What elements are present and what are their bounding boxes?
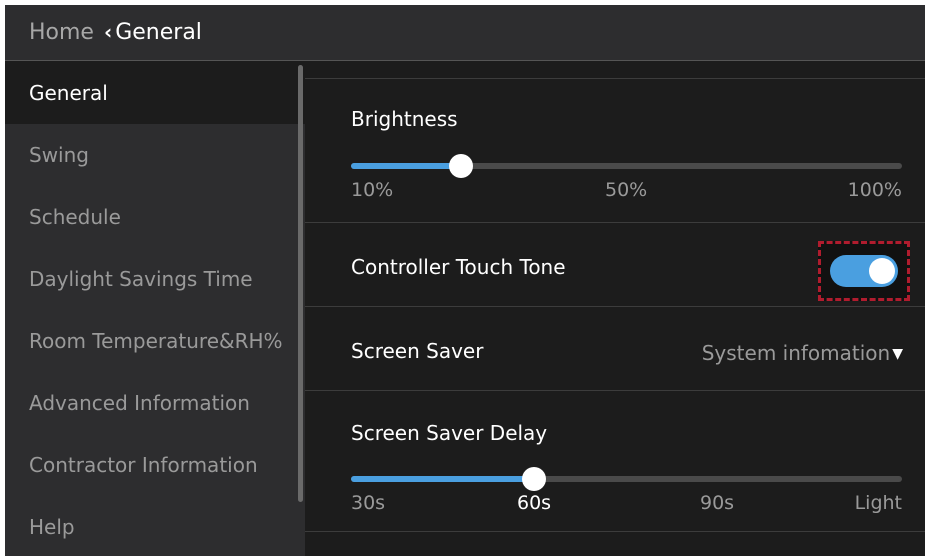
settings-panel: Brightness 10% 50% 100% Controller Touch…	[305, 62, 925, 556]
sidebar-item-label: Schedule	[29, 205, 121, 229]
caret-down-icon: ▼	[892, 346, 903, 362]
sidebar-item-swing[interactable]: Swing	[5, 124, 305, 186]
sidebar-item-label: Help	[29, 515, 75, 539]
sidebar-scrollbar[interactable]	[298, 65, 303, 502]
screen-saver-value: System infomation	[701, 341, 891, 365]
header-bar: Home ‹ General	[5, 5, 925, 61]
screen-saver-row: Screen Saver System infomation ▼	[305, 306, 925, 390]
delay-tick-30s[interactable]: 30s	[351, 492, 385, 514]
settings-window: Home ‹ General General Swing Schedule Da…	[5, 5, 925, 556]
brightness-slider-handle[interactable]	[449, 154, 474, 178]
brightness-tick-mid: 50%	[605, 179, 648, 201]
brightness-label: Brightness	[351, 107, 458, 131]
screen-saver-delay-slider[interactable]	[351, 467, 902, 491]
sidebar-item-label: Advanced Information	[29, 391, 250, 415]
sidebar-item-label: Room Temperature&RH%	[29, 329, 283, 353]
brightness-slider-fill	[351, 163, 462, 169]
sidebar-item-label: Daylight Savings Time	[29, 267, 253, 291]
screen-saver-delay-row: Screen Saver Delay 30s 60s 90s Light	[305, 390, 925, 532]
sidebar-item-daylight-savings[interactable]: Daylight Savings Time	[5, 248, 305, 310]
touch-tone-label: Controller Touch Tone	[351, 255, 566, 279]
brightness-row: Brightness 10% 50% 100%	[305, 78, 925, 222]
touch-tone-row: Controller Touch Tone	[305, 222, 925, 306]
sidebar-item-contractor-information[interactable]: Contractor Information	[5, 434, 305, 496]
breadcrumb-home[interactable]: Home	[29, 20, 94, 45]
brightness-slider[interactable]	[351, 154, 902, 178]
sidebar-item-label: Swing	[29, 143, 89, 167]
touch-tone-highlight	[818, 241, 910, 301]
brightness-tick-min: 10%	[351, 179, 394, 201]
screen-saver-delay-label: Screen Saver Delay	[351, 421, 548, 445]
brightness-tick-max: 100%	[847, 179, 902, 201]
sidebar: General Swing Schedule Daylight Savings …	[5, 62, 305, 556]
sidebar-item-schedule[interactable]: Schedule	[5, 186, 305, 248]
delay-tick-90s[interactable]: 90s	[700, 492, 734, 514]
delay-tick-60s[interactable]: 60s	[517, 492, 551, 514]
toggle-knob	[869, 258, 895, 284]
sidebar-item-room-temperature[interactable]: Room Temperature&RH%	[5, 310, 305, 372]
sidebar-item-label: Contractor Information	[29, 453, 258, 477]
screen-saver-delay-slider-fill	[351, 476, 535, 482]
screen-saver-dropdown[interactable]: System infomation ▼	[702, 341, 903, 365]
chevron-left-icon[interactable]: ‹	[104, 20, 112, 44]
delay-tick-light[interactable]: Light	[855, 492, 902, 514]
sidebar-item-advanced-information[interactable]: Advanced Information	[5, 372, 305, 434]
screen-saver-delay-slider-handle[interactable]	[522, 467, 547, 491]
sidebar-item-help[interactable]: Help	[5, 496, 305, 556]
touch-tone-toggle[interactable]	[830, 255, 898, 287]
page-title: General	[115, 20, 202, 45]
sidebar-item-label: General	[29, 81, 108, 105]
screen-saver-label: Screen Saver	[351, 339, 484, 363]
sidebar-item-general[interactable]: General	[5, 62, 305, 124]
